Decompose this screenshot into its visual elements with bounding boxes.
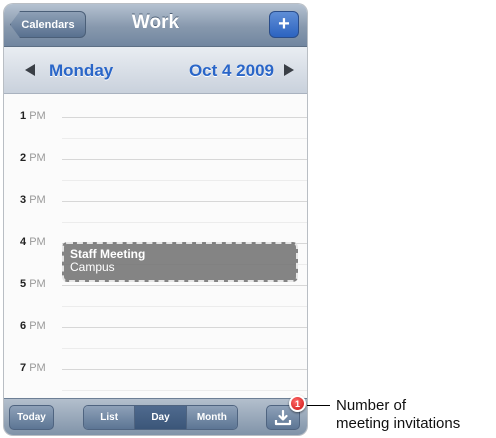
half-hour-line — [62, 306, 307, 307]
callout-line-1: Number of — [336, 397, 407, 414]
hour-label: 4 PM — [20, 236, 46, 248]
hour-line — [62, 159, 307, 160]
triangle-right-icon[interactable] — [284, 64, 294, 76]
plus-icon: + — [278, 13, 290, 35]
date-navigation-bar: Monday Oct 4 2009 — [4, 47, 307, 94]
half-hour-line — [62, 348, 307, 349]
calendar-app: Calendars Work + Monday Oct 4 2009 1 PM … — [4, 4, 307, 435]
day-grid[interactable]: 1 PM 2 PM 3 PM 4 PM 5 PM 6 PM 7 PM Staff… — [4, 94, 307, 397]
half-hour-line — [62, 222, 307, 223]
add-event-button[interactable]: + — [269, 11, 299, 38]
today-button[interactable]: Today — [9, 405, 54, 430]
calendars-back-button[interactable]: Calendars — [10, 11, 86, 38]
hour-row: 1 PM — [4, 110, 307, 122]
hour-label: 2 PM — [20, 152, 46, 164]
hour-label: 1 PM — [20, 110, 46, 122]
triangle-left-icon[interactable] — [25, 64, 35, 76]
navigation-bar: Calendars Work + — [4, 4, 307, 47]
list-view-button[interactable]: List — [84, 406, 136, 429]
bottom-toolbar: Today List Day Month 1 — [4, 395, 307, 435]
hour-line — [62, 201, 307, 202]
view-segmented-control: List Day Month — [83, 405, 238, 430]
hour-label: 5 PM — [20, 278, 46, 290]
calendar-title: Work — [131, 12, 180, 33]
callout-leader-line — [307, 405, 330, 406]
date-label: Oct 4 2009 — [188, 61, 274, 80]
invitation-inbox-icon — [274, 409, 292, 425]
day-label: Monday — [49, 61, 114, 80]
calendar-event[interactable]: Staff Meeting Campus — [62, 242, 298, 282]
hour-line — [62, 117, 307, 118]
month-view-button[interactable]: Month — [186, 406, 237, 429]
callout-line-2: meeting invitations — [336, 415, 461, 432]
hour-label: 6 PM — [20, 320, 46, 332]
event-location: Campus — [70, 260, 115, 274]
hour-row: 3 PM — [4, 194, 307, 206]
half-hour-line — [62, 180, 307, 181]
hour-label: 3 PM — [20, 194, 46, 206]
callout-text: Number of meeting invitations — [336, 397, 460, 433]
hour-row: 5 PM — [4, 278, 307, 290]
half-hour-line — [62, 390, 307, 391]
hour-line — [62, 369, 307, 370]
hour-row: 2 PM — [4, 152, 307, 164]
day-view-button[interactable]: Day — [135, 406, 187, 429]
half-hour-line — [62, 138, 307, 139]
hour-line — [62, 327, 307, 328]
hour-row: 6 PM — [4, 320, 307, 332]
hour-row: 7 PM — [4, 362, 307, 374]
hour-label: 7 PM — [20, 362, 46, 374]
invitation-count-badge: 1 — [289, 395, 306, 412]
hour-line — [62, 285, 307, 286]
